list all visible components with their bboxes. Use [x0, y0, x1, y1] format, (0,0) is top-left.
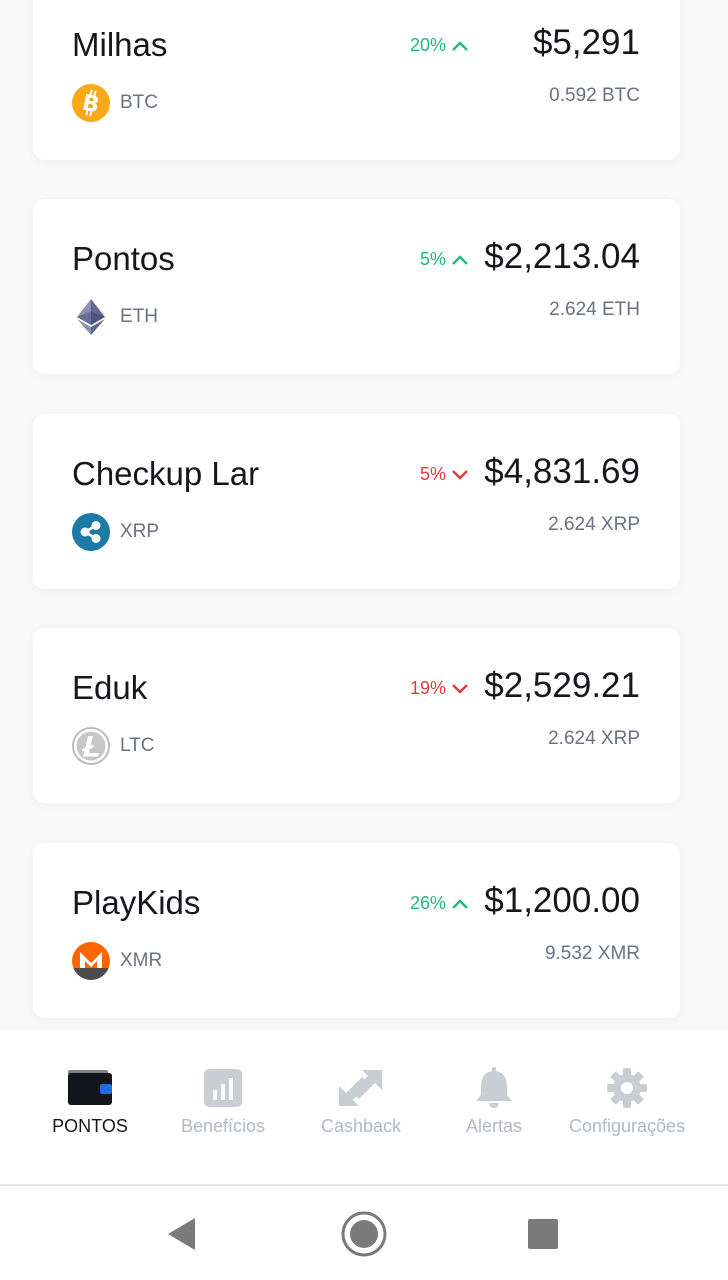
- asset-holding: 2.624 ETH: [549, 299, 640, 320]
- ethereum-icon: [77, 299, 105, 335]
- change-percent: 19%: [409, 678, 446, 698]
- change-indicator: 5%: [420, 464, 468, 485]
- gear-icon: [607, 1068, 647, 1108]
- asset-name: PlayKids: [72, 884, 201, 921]
- asset-holding: 9.532 XMR: [544, 943, 640, 964]
- tab-configuracoes[interactable]: Configurações: [557, 1066, 697, 1137]
- asset-amount: $2,213.04: [484, 237, 640, 276]
- tab-label: Benefícios: [180, 1116, 266, 1136]
- asset-ticker: LTC: [120, 735, 155, 756]
- monero-icon: [72, 942, 110, 980]
- tab-alertas[interactable]: Alertas: [424, 1066, 564, 1137]
- asset-ticker: XMR: [120, 950, 163, 971]
- change-percent: 20%: [409, 35, 446, 55]
- asset-name: Milhas: [72, 26, 168, 63]
- change-indicator: 20%: [410, 35, 468, 56]
- asset-card[interactable]: Milhas B BTC 20% $5,291 0.592 BTC: [33, 0, 680, 160]
- asset-ticker: ETH: [120, 306, 158, 327]
- asset-coin: B BTC: [72, 84, 158, 122]
- exchange-arrows-icon: [339, 1070, 382, 1106]
- change-percent: 5%: [419, 464, 446, 484]
- asset-name: Eduk: [72, 669, 148, 706]
- system-navigation-bar: [0, 1186, 728, 1280]
- asset-amount: $1,200.00: [484, 881, 640, 920]
- litecoin-icon: [72, 727, 110, 765]
- asset-card[interactable]: Eduk LTC 19% $2,529.21 2.624 XRP: [33, 628, 680, 803]
- asset-name: Pontos: [72, 240, 175, 277]
- chevron-down-icon: [452, 469, 468, 480]
- chevron-up-icon: [452, 40, 468, 51]
- asset-ticker: XRP: [120, 521, 160, 542]
- bitcoin-icon: B: [72, 84, 110, 122]
- change-indicator: 19%: [410, 678, 468, 699]
- asset-holding: 2.624 XRP: [548, 728, 640, 749]
- change-indicator: 5%: [420, 249, 468, 270]
- tab-pontos[interactable]: PONTOS: [20, 1066, 160, 1137]
- asset-coin: ETH: [72, 298, 158, 336]
- chevron-down-icon: [452, 683, 468, 694]
- asset-coin: XMR: [72, 942, 162, 980]
- tab-cashback[interactable]: Cashback: [291, 1066, 431, 1137]
- chevron-up-icon: [452, 254, 468, 265]
- bell-icon: [476, 1067, 512, 1108]
- asset-card[interactable]: Pontos ETH 5% $2,213.04 2.624 ETH: [33, 199, 680, 374]
- asset-ticker: BTC: [120, 92, 158, 113]
- asset-card[interactable]: Checkup Lar XRP 5% $4,831.69 2.624 XRP: [33, 414, 680, 589]
- asset-list[interactable]: Milhas B BTC 20% $5,291 0.592 BTC Pontos: [0, 0, 728, 1030]
- asset-amount: $4,831.69: [484, 452, 640, 491]
- home-icon[interactable]: [339, 1209, 389, 1259]
- recents-icon[interactable]: [518, 1209, 568, 1259]
- ripple-icon: [72, 513, 110, 551]
- asset-name: Checkup Lar: [72, 455, 260, 492]
- asset-holding: 0.592 BTC: [549, 85, 640, 106]
- tab-label: PONTOS: [52, 1116, 128, 1136]
- asset-coin: XRP: [72, 513, 159, 551]
- tab-label: Alertas: [465, 1116, 523, 1136]
- asset-card[interactable]: PlayKids XMR 26% $1,200.00 9.532 XMR: [33, 843, 680, 1018]
- change-indicator: 26%: [410, 893, 468, 914]
- asset-amount: $5,291: [532, 23, 640, 62]
- wallet-icon: [68, 1070, 112, 1105]
- asset-coin: LTC: [72, 727, 154, 765]
- bar-chart-icon: [204, 1069, 242, 1107]
- tab-label: Cashback: [320, 1116, 402, 1136]
- asset-holding: 2.624 XRP: [548, 514, 640, 535]
- change-percent: 5%: [419, 249, 446, 269]
- back-icon[interactable]: [158, 1209, 208, 1259]
- chevron-up-icon: [452, 898, 468, 909]
- bottom-tab-bar: PONTOS Benefícios Cashback Alertas Confi…: [0, 1030, 728, 1186]
- tab-label: Configurações: [568, 1116, 686, 1136]
- change-percent: 26%: [409, 893, 446, 913]
- asset-amount: $2,529.21: [484, 666, 640, 705]
- tab-beneficios[interactable]: Benefícios: [153, 1066, 293, 1137]
